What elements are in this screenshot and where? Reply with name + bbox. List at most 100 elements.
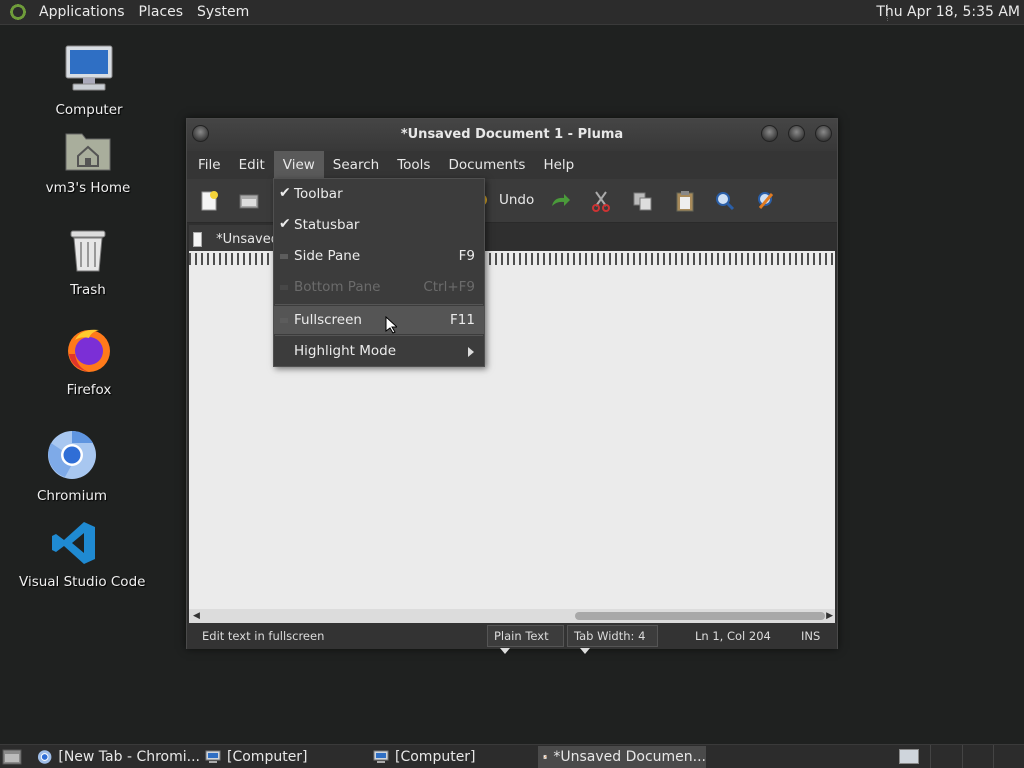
panel-separator	[962, 745, 963, 768]
taskbar-item-label: [Computer]	[395, 749, 476, 765]
top-panel: Applications Places System Thu Apr 18, 5…	[0, 0, 1024, 25]
tab-width-selector[interactable]: Tab Width: 4	[567, 625, 658, 654]
menu-documents[interactable]: Documents	[439, 151, 534, 179]
places-menu[interactable]: Places	[132, 4, 191, 20]
scrollbar-thumb[interactable]	[575, 612, 825, 620]
workspace-switcher-icon[interactable]	[899, 749, 919, 764]
menu-item-label: Side Pane	[294, 248, 361, 264]
panel-separator	[993, 745, 994, 768]
menu-separator	[275, 335, 483, 336]
firefox-icon	[68, 329, 110, 372]
copy-icon[interactable]	[629, 187, 657, 215]
language-selector[interactable]: Plain Text	[487, 625, 564, 654]
statusbar: Edit text in fullscreen Plain Text Tab W…	[187, 623, 837, 654]
paste-icon[interactable]	[671, 187, 699, 215]
document-tab-label: *Unsaved	[216, 231, 279, 247]
clock[interactable]: Thu Apr 18, 5:35 AM	[876, 4, 1020, 20]
submenu-arrow-icon	[468, 347, 474, 357]
unchecked-icon	[280, 285, 288, 290]
window-title: *Unsaved Document 1 - Pluma	[400, 127, 624, 142]
taskbar-item-label: *Unsaved Documen...	[553, 749, 706, 765]
text-editor-icon	[543, 754, 547, 760]
tab-width-label: Tab Width: 4	[574, 629, 646, 643]
find-icon[interactable]	[711, 187, 739, 215]
computer-icon	[65, 45, 113, 91]
taskbar-item-label: [New Tab - Chromi...	[58, 749, 200, 765]
minimize-icon[interactable]	[761, 125, 778, 142]
menu-item-label: Fullscreen	[294, 312, 362, 328]
taskbar-item-computer-2[interactable]: [Computer]	[368, 746, 536, 768]
desktop-icon-chromium[interactable]: Chromium	[17, 430, 127, 504]
computer-icon	[205, 750, 221, 763]
taskbar-item-chromium[interactable]: [New Tab - Chromi...	[32, 746, 200, 768]
menu-view[interactable]: View	[273, 151, 324, 179]
open-icon[interactable]	[235, 187, 263, 215]
mouse-cursor-icon	[385, 316, 397, 334]
menu-item-highlight-mode[interactable]: Highlight Mode	[274, 337, 484, 365]
menu-item-shortcut: F11	[450, 312, 475, 328]
desktop-icon-trash[interactable]: Trash	[33, 228, 143, 298]
menu-item-label: Toolbar	[294, 186, 343, 202]
check-icon: ✔	[279, 216, 291, 232]
panel-separator	[930, 745, 931, 768]
menu-item-label: Statusbar	[294, 217, 360, 233]
redo-icon[interactable]	[546, 187, 574, 215]
desktop-icon-label: Chromium	[36, 488, 108, 504]
maximize-icon[interactable]	[788, 125, 805, 142]
desktop-icon-home[interactable]: vm3's Home	[33, 128, 143, 196]
menu-item-label: Highlight Mode	[294, 343, 397, 359]
menu-item-shortcut: Ctrl+F9	[423, 279, 475, 295]
undo-button-label[interactable]: Undo	[499, 192, 534, 208]
unchecked-icon	[280, 318, 288, 323]
menu-item-fullscreen[interactable]: Fullscreen F11	[274, 306, 484, 334]
desktop-icon-label: Firefox	[66, 382, 112, 398]
desktop-icon-label: Visual Studio Code	[19, 574, 146, 590]
desktop-icon-computer[interactable]: Computer	[34, 44, 144, 118]
menu-edit[interactable]: Edit	[230, 151, 274, 179]
close-icon[interactable]	[815, 125, 832, 142]
desktop-icon-label: vm3's Home	[45, 180, 131, 196]
show-desktop-icon[interactable]	[2, 748, 22, 765]
system-menu[interactable]: System	[190, 4, 256, 20]
taskbar-item-computer-1[interactable]: [Computer]	[200, 746, 368, 768]
trash-icon	[70, 230, 106, 272]
chromium-icon	[37, 750, 52, 764]
menu-item-statusbar[interactable]: ✔ Statusbar	[274, 211, 484, 239]
menu-tools[interactable]: Tools	[388, 151, 439, 179]
check-icon: ✔	[279, 185, 291, 201]
taskbar-item-pluma[interactable]: *Unsaved Documen...	[538, 746, 706, 768]
window-titlebar[interactable]: *Unsaved Document 1 - Pluma	[187, 119, 837, 151]
document-tab[interactable]: *Unsaved	[189, 225, 279, 253]
scroll-right-icon[interactable]: ▶	[826, 611, 833, 621]
chevron-down-icon	[500, 647, 510, 654]
cut-icon[interactable]	[587, 187, 615, 215]
chromium-icon	[48, 430, 96, 479]
mate-logo-icon[interactable]	[8, 2, 28, 22]
taskbar-item-label: [Computer]	[227, 749, 308, 765]
menu-file[interactable]: File	[189, 151, 230, 179]
replace-icon[interactable]	[753, 187, 781, 215]
new-document-icon[interactable]	[195, 187, 223, 215]
desktop-icon-firefox[interactable]: Firefox	[34, 326, 144, 398]
vscode-icon	[52, 522, 95, 564]
menubar: File Edit View Search Tools Documents He…	[187, 151, 837, 179]
menu-item-toolbar[interactable]: ✔ Toolbar	[274, 180, 484, 208]
scroll-left-icon[interactable]: ◀	[193, 611, 200, 621]
unchecked-icon	[280, 254, 288, 259]
language-label: Plain Text	[494, 629, 549, 643]
insert-mode: INS	[801, 629, 821, 643]
applications-menu[interactable]: Applications	[32, 4, 132, 20]
cursor-position: Ln 1, Col 204	[695, 629, 771, 643]
chevron-down-icon	[580, 647, 590, 654]
menu-help[interactable]: Help	[534, 151, 583, 179]
window-menu-icon[interactable]	[192, 125, 209, 142]
horizontal-scrollbar[interactable]: ◀ ▶	[189, 609, 835, 623]
panel-menus: Applications Places System	[0, 0, 256, 24]
menu-search[interactable]: Search	[324, 151, 388, 179]
menu-item-label: Bottom Pane	[294, 279, 381, 295]
menu-item-shortcut: F9	[458, 248, 475, 264]
document-icon	[193, 231, 203, 247]
statusbar-message: Edit text in fullscreen	[202, 629, 325, 643]
menu-item-side-pane[interactable]: Side Pane F9	[274, 242, 484, 270]
desktop-icon-vscode[interactable]: Visual Studio Code	[19, 520, 146, 590]
